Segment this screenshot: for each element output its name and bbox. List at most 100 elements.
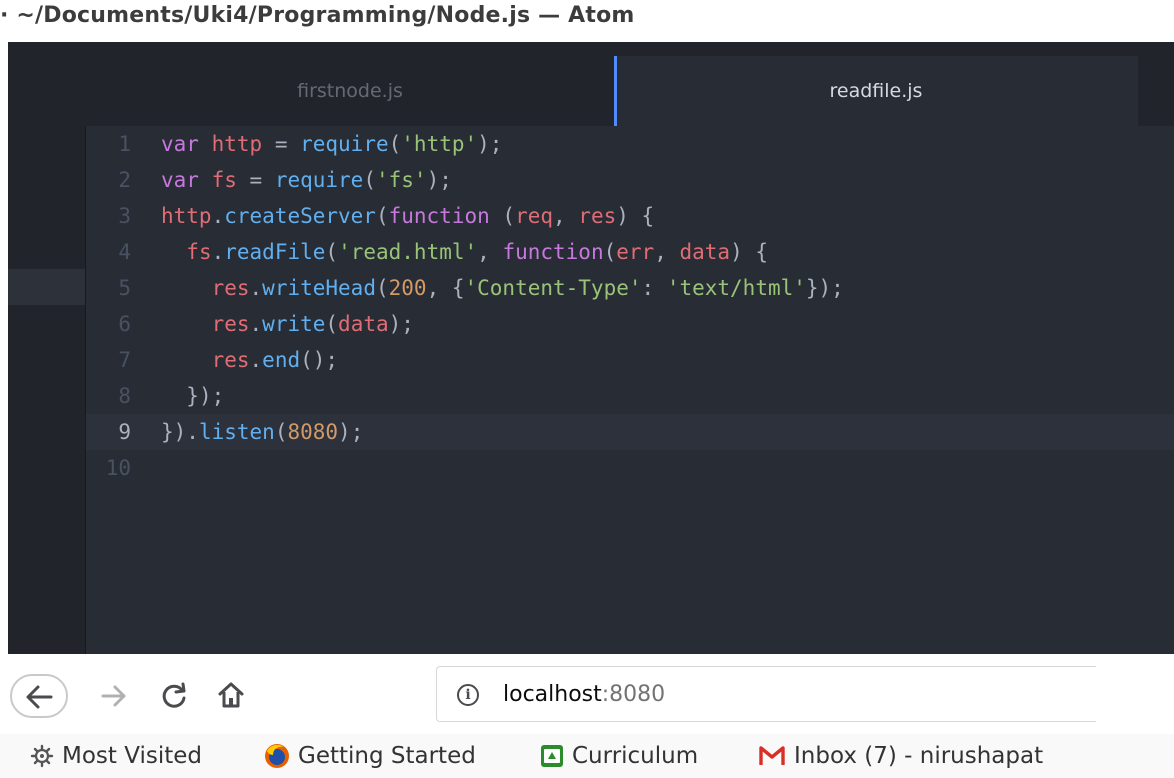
code-token: res <box>211 348 250 372</box>
code-token: ( <box>325 240 339 264</box>
code-token: writeHead <box>262 276 376 300</box>
code-token: }); <box>186 384 225 408</box>
code-text[interactable]: }); <box>161 378 224 414</box>
code-token: ( <box>375 276 389 300</box>
code-token: 200 <box>388 276 427 300</box>
code-token: ( <box>274 420 288 444</box>
home-icon[interactable] <box>216 680 246 710</box>
code-line[interactable]: 8 }); <box>86 378 1174 414</box>
code-token: function <box>388 204 490 228</box>
code-token: 'Content-Type' <box>464 276 642 300</box>
code-text[interactable]: fs.readFile('read.html', function(err, d… <box>161 234 768 270</box>
code-line[interactable]: 4 fs.readFile('read.html', function(err,… <box>86 234 1174 270</box>
code-token: 'text/html' <box>666 276 806 300</box>
curriculum-icon <box>541 745 563 767</box>
code-token: ( <box>489 204 516 228</box>
code-token: res <box>578 204 617 228</box>
code-token: function <box>502 240 604 264</box>
tree-view-selected-row <box>8 269 85 305</box>
code-token: . <box>249 348 263 372</box>
code-token: http <box>211 132 263 156</box>
code-text[interactable]: res.writeHead(200, {'Content-Type': 'tex… <box>161 270 844 306</box>
code-token: readFile <box>224 240 326 264</box>
code-token: , <box>654 240 680 264</box>
code-token: err <box>616 240 655 264</box>
line-number: 2 <box>118 168 131 192</box>
code-token: ); <box>388 312 414 336</box>
bookmark-curriculum[interactable]: Curriculum <box>540 734 698 778</box>
code-token: require <box>300 132 389 156</box>
code-token: ) { <box>730 240 768 264</box>
code-line[interactable]: 1 var http = require('http'); <box>86 126 1174 162</box>
code-token: = <box>236 168 275 192</box>
reload-icon[interactable] <box>160 682 188 710</box>
line-number: 10 <box>105 456 131 480</box>
code-token: fs <box>186 240 212 264</box>
code-token: ( <box>325 312 339 336</box>
tab-firstnode-js[interactable]: firstnode.js <box>86 56 614 126</box>
code-token: ); <box>477 132 503 156</box>
code-text[interactable]: res.write(data); <box>161 306 414 342</box>
bookmark-getting-started[interactable]: Getting Started <box>264 734 476 778</box>
code-token: data <box>679 240 731 264</box>
code-token: 'http' <box>401 132 478 156</box>
url-port: :8080 <box>601 682 666 707</box>
code-line[interactable]: 5 res.writeHead(200, {'Content-Type': 't… <box>86 270 1174 306</box>
code-line[interactable]: 3 http.createServer(function (req, res) { <box>86 198 1174 234</box>
code-text[interactable]: }).listen(8080); <box>161 414 363 450</box>
back-button[interactable] <box>10 674 68 718</box>
bookmark-label: Getting Started <box>298 743 476 769</box>
url-host: localhost <box>503 682 602 707</box>
back-arrow-icon <box>26 685 53 709</box>
code-token: }); <box>805 276 844 300</box>
code-token: ( <box>603 240 617 264</box>
bookmark-label: Most Visited <box>62 743 202 769</box>
code-text[interactable]: var http = require('http'); <box>161 126 502 162</box>
code-token: req <box>515 204 553 228</box>
code-token: data <box>338 312 389 336</box>
window-title: · ~/Documents/Uki4/Programming/Node.js —… <box>0 3 635 28</box>
tab-readfile-js[interactable]: readfile.js <box>614 56 1138 126</box>
bookmark-inbox[interactable]: Inbox (7) - nirushapat <box>758 734 1043 778</box>
code-token: = <box>262 132 301 156</box>
code-text[interactable]: var fs = require('fs'); <box>161 162 452 198</box>
code-line[interactable]: 6 res.write(data); <box>86 306 1174 342</box>
url-text[interactable]: localhost:8080 <box>503 681 665 709</box>
bookmarks-toolbar: Most Visited Getting Started Curriculum … <box>0 734 1174 778</box>
code-line[interactable]: 7 res.end(); <box>86 342 1174 378</box>
bookmark-most-visited[interactable]: Most Visited <box>30 734 202 778</box>
code-token: 8080 <box>287 420 339 444</box>
code-line[interactable]: 10 <box>86 450 1174 486</box>
code-token: res <box>211 312 250 336</box>
code-token: }) <box>161 420 187 444</box>
code-text[interactable]: res.end(); <box>161 342 338 378</box>
url-bar[interactable]: i localhost:8080 <box>436 666 1096 722</box>
code-token: fs <box>211 168 237 192</box>
line-number: 5 <box>118 276 131 300</box>
code-line[interactable]: 9}).listen(8080); <box>86 414 1174 450</box>
code-text[interactable]: http.createServer(function (req, res) { <box>161 198 654 234</box>
code-token: ); <box>338 420 364 444</box>
bookmark-label: Curriculum <box>572 743 699 769</box>
tree-view-panel[interactable] <box>8 126 85 654</box>
navigation-toolbar: i localhost:8080 <box>0 654 1174 726</box>
code-token: var <box>161 168 199 192</box>
code-line[interactable]: 2 var fs = require('fs'); <box>86 162 1174 198</box>
code-token: 'read.html' <box>338 240 478 264</box>
forward-arrow-icon[interactable] <box>100 684 128 708</box>
code-token: var <box>161 132 199 156</box>
bookmark-label: Inbox (7) - nirushapat <box>794 743 1044 769</box>
code-token: createServer <box>224 204 376 228</box>
code-editor[interactable]: 1 var http = require('http'); 2 var fs = re… <box>85 126 1174 654</box>
browser-chrome: i localhost:8080 Most Visited Getting St… <box>0 654 1174 778</box>
code-token: , <box>477 240 503 264</box>
code-token: ) { <box>616 204 655 228</box>
code-token: 'fs' <box>376 168 427 192</box>
code-token: res <box>211 276 250 300</box>
info-icon[interactable]: i <box>457 684 479 706</box>
code-token: , <box>553 204 579 228</box>
